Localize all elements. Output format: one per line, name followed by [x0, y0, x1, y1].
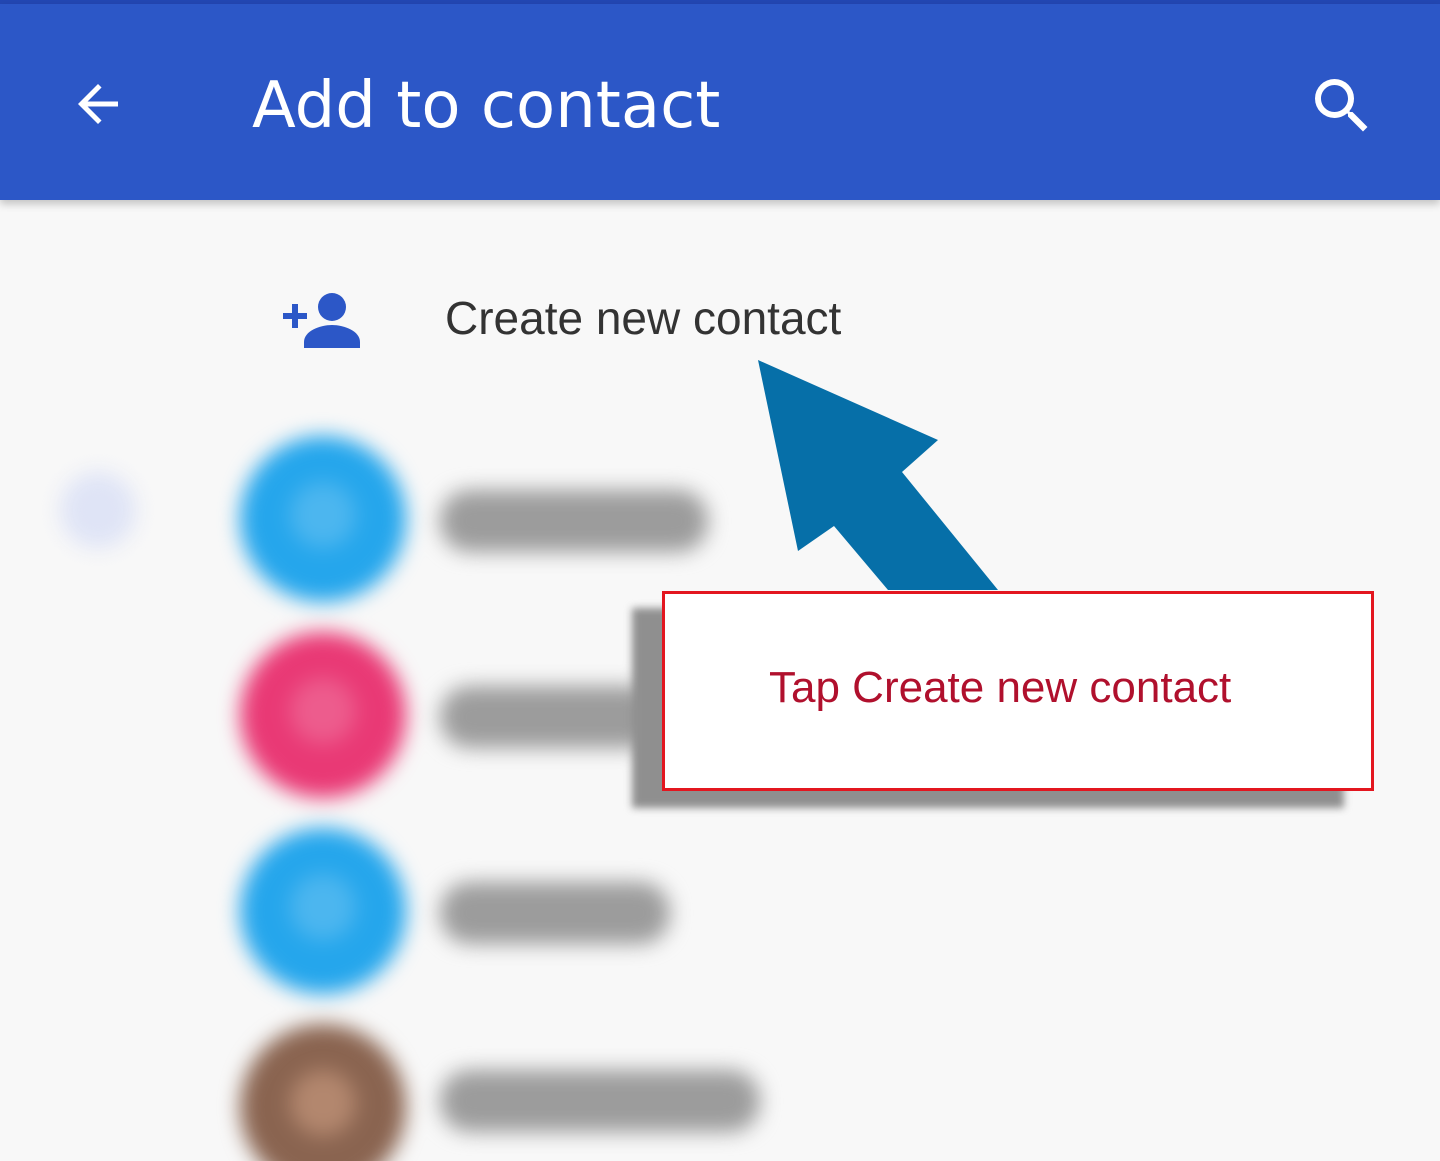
avatar — [240, 632, 406, 798]
contact-name-redacted — [440, 882, 670, 944]
avatar — [240, 436, 406, 602]
contact-name-redacted — [440, 490, 708, 552]
contact-list-item[interactable] — [0, 1012, 1440, 1161]
search-button[interactable] — [1294, 58, 1390, 154]
contact-name-redacted — [440, 686, 660, 748]
app-bar: Add to contact — [0, 4, 1440, 200]
screen: Add to contact Create new contact Tap Cr… — [0, 0, 1440, 1161]
annotation-callout: Tap Create new contact — [662, 591, 1374, 791]
contact-name-redacted — [440, 1070, 760, 1132]
avatar — [240, 828, 406, 994]
back-button[interactable] — [52, 58, 144, 150]
contact-list-item[interactable] — [0, 424, 1440, 614]
contact-list-item[interactable] — [0, 816, 1440, 1006]
avatar — [240, 1024, 406, 1161]
page-title: Add to contact — [252, 69, 721, 143]
arrow-back-icon — [78, 84, 118, 124]
search-icon — [1315, 79, 1368, 132]
annotation-arrow-icon — [758, 360, 998, 590]
callout-text: Tap Create new contact — [769, 663, 1232, 712]
